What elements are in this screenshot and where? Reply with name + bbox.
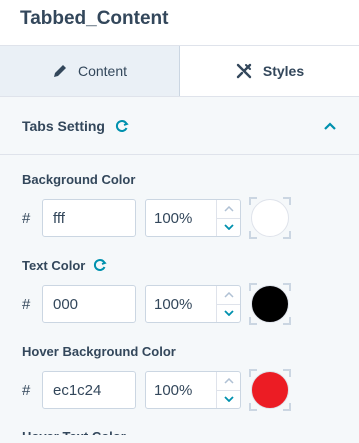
tab-styles-label: Styles: [262, 63, 305, 79]
field-label: Background Color: [22, 171, 136, 187]
field-label: Text Color: [22, 255, 337, 275]
opacity-stepper[interactable]: [216, 200, 240, 236]
reset-icon[interactable]: [93, 258, 107, 272]
pencil-icon: [52, 63, 68, 79]
reset-icon[interactable]: [115, 119, 129, 133]
hover-background-hex-input[interactable]: [42, 371, 136, 409]
section-title: Tabs Setting: [22, 117, 105, 134]
styles-brush-icon: [235, 62, 253, 80]
opacity-value[interactable]: [146, 200, 216, 236]
hover-background-opacity-input[interactable]: [145, 371, 241, 409]
chevron-up-icon[interactable]: [217, 372, 240, 390]
chevron-down-icon[interactable]: [217, 389, 240, 409]
chevron-up-icon[interactable]: [323, 121, 337, 131]
text-swatch-picker[interactable]: [249, 283, 291, 325]
hash-symbol: #: [22, 209, 31, 227]
opacity-stepper[interactable]: [216, 372, 240, 408]
tab-content[interactable]: Content: [0, 46, 180, 96]
hash-symbol: #: [22, 295, 31, 313]
hover-background-color-field: Hover Background Color #: [0, 341, 359, 411]
text-hex-input[interactable]: [42, 285, 136, 323]
background-opacity-input[interactable]: [145, 199, 241, 237]
opacity-stepper[interactable]: [216, 286, 240, 322]
chevron-down-icon[interactable]: [217, 217, 240, 237]
background-swatch-picker[interactable]: [249, 197, 291, 239]
chevron-up-icon[interactable]: [217, 286, 240, 304]
tabs-setting-header[interactable]: Tabs Setting: [0, 97, 359, 155]
tab-styles[interactable]: Styles: [180, 46, 359, 96]
styles-panel: Tabs Setting Background Color # fff 100%…: [0, 97, 359, 443]
text-color-label: Text Color: [22, 257, 86, 273]
opacity-value[interactable]: [146, 372, 216, 408]
field-label: Hover Text Color: [22, 425, 337, 435]
chevron-up-icon[interactable]: [217, 200, 240, 218]
background-color-field: Background Color #: [0, 169, 359, 239]
text-opacity-input[interactable]: [145, 285, 241, 323]
page-title: Tabbed_Content: [20, 8, 169, 29]
hover-background-swatch-picker[interactable]: [249, 369, 291, 411]
tab-bar: Content Styles: [0, 45, 359, 97]
opacity-value[interactable]: [146, 286, 216, 322]
hover-text-color-field: Hover Text Color: [0, 425, 359, 435]
background-hex-input[interactable]: [42, 199, 136, 237]
chevron-down-icon[interactable]: [217, 303, 240, 323]
text-color-field: Text Color #: [0, 255, 359, 325]
tab-content-label: Content: [77, 63, 128, 79]
field-label: Hover Background Color: [22, 343, 176, 359]
hash-symbol: #: [22, 381, 31, 399]
